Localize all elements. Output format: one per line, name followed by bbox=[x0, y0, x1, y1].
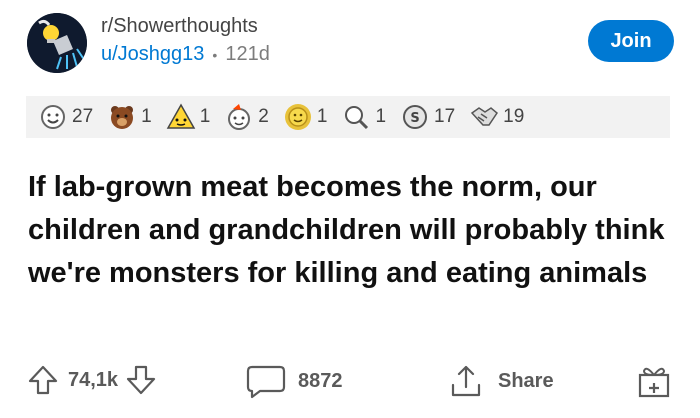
share-button[interactable]: Share bbox=[448, 363, 554, 399]
award-count: 19 bbox=[503, 106, 525, 127]
gift-award-icon bbox=[638, 367, 670, 398]
share-icon bbox=[451, 365, 481, 397]
upvote-arrow-icon bbox=[28, 365, 58, 395]
award-handshake[interactable]: 19 bbox=[469, 102, 524, 132]
svg-text:S: S bbox=[410, 111, 419, 126]
award-smiley[interactable]: 27 bbox=[38, 102, 93, 132]
award-party[interactable]: 2 bbox=[224, 102, 269, 132]
handshake-award-icon bbox=[469, 102, 499, 132]
award-magnifier[interactable]: 1 bbox=[341, 102, 386, 132]
post-header: r/Showerthoughts u/Joshgg13 • 121d Join bbox=[0, 0, 700, 90]
post-age: 121d bbox=[225, 43, 270, 65]
award-count: 17 bbox=[434, 106, 456, 127]
gold-award-icon bbox=[283, 102, 313, 132]
magnifier-award-icon bbox=[341, 102, 371, 132]
award-count: 1 bbox=[141, 106, 152, 127]
share-label: Share bbox=[498, 369, 554, 392]
downvote-arrow-icon bbox=[126, 365, 156, 395]
bear-award-icon bbox=[107, 102, 137, 132]
post-actions-bar: 74,1k 8872 Share bbox=[0, 355, 700, 411]
award-count: 1 bbox=[199, 106, 211, 127]
separator-dot: • bbox=[212, 46, 218, 63]
award-count: 2 bbox=[258, 106, 269, 127]
award-bear[interactable]: 1 bbox=[107, 102, 152, 132]
post-meta: u/Joshgg13 • 121d bbox=[101, 43, 270, 66]
vote-count: 74,1k bbox=[68, 368, 119, 391]
award-count: 1 bbox=[375, 106, 387, 127]
subreddit-avatar[interactable] bbox=[27, 13, 87, 73]
comment-count: 8872 bbox=[298, 369, 343, 392]
smiley-award-icon bbox=[38, 102, 68, 132]
join-button[interactable]: Join bbox=[588, 20, 674, 62]
subreddit-name[interactable]: r/Showerthoughts bbox=[101, 15, 258, 38]
upvote-button[interactable] bbox=[26, 363, 60, 397]
award-gold[interactable]: 1 bbox=[283, 102, 328, 132]
vote-group: 74,1k bbox=[26, 363, 158, 397]
showerhead-lightbulb-icon bbox=[27, 13, 87, 73]
award-silver[interactable]: S 17 bbox=[400, 102, 455, 132]
party-award-icon bbox=[224, 102, 254, 132]
give-award-button[interactable] bbox=[636, 363, 672, 399]
award-count: 1 bbox=[316, 106, 328, 127]
award-warning[interactable]: 1 bbox=[166, 102, 211, 132]
warning-award-icon bbox=[166, 102, 196, 132]
awards-bar[interactable]: 27 1 1 2 1 1 S 17 19 bbox=[26, 96, 670, 138]
award-count: 27 bbox=[72, 106, 94, 127]
post-title[interactable]: If lab-grown meat becomes the norm, our … bbox=[28, 166, 678, 295]
comments-button[interactable]: 8872 bbox=[246, 363, 343, 399]
downvote-button[interactable] bbox=[124, 363, 158, 397]
comment-bubble-icon bbox=[246, 365, 286, 399]
silver-award-icon: S bbox=[400, 102, 430, 132]
author-link[interactable]: u/Joshgg13 bbox=[101, 43, 204, 66]
